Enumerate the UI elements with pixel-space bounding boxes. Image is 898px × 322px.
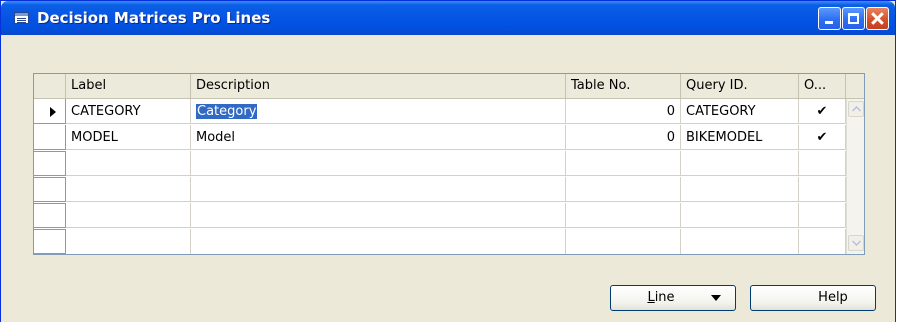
current-row-arrow-icon: [50, 107, 56, 117]
cell-o[interactable]: [799, 229, 846, 254]
title-bar[interactable]: Decision Matrices Pro Lines: [1, 1, 895, 35]
cell-o[interactable]: [799, 151, 846, 176]
row-selector[interactable]: [34, 177, 66, 202]
cell-label[interactable]: [66, 151, 191, 176]
scroll-up-button[interactable]: [848, 101, 864, 117]
column-header-label[interactable]: Label: [66, 74, 191, 98]
cell-label[interactable]: CATEGORY: [66, 99, 191, 124]
row-selector[interactable]: [34, 229, 66, 254]
window-title: Decision Matrices Pro Lines: [37, 9, 271, 27]
maximize-icon: [848, 13, 859, 24]
dropdown-arrow-icon: [711, 295, 721, 301]
cell-query-id[interactable]: [681, 229, 799, 254]
scroll-down-button[interactable]: [848, 235, 864, 251]
maximize-button[interactable]: [842, 7, 865, 30]
column-header-table-no[interactable]: Table No.: [566, 74, 681, 98]
row-selector[interactable]: [34, 125, 66, 150]
row-selector-header[interactable]: [34, 74, 66, 98]
close-icon: [867, 8, 888, 29]
cell-description[interactable]: [191, 229, 566, 254]
table-row-empty[interactable]: [34, 151, 846, 177]
table-row[interactable]: CATEGORY Category 0 CATEGORY ✔: [34, 99, 846, 125]
cell-o-checkmark[interactable]: ✔: [799, 125, 846, 150]
cell-description[interactable]: [191, 177, 566, 202]
cell-table-no[interactable]: 0: [566, 125, 681, 150]
cell-o[interactable]: [799, 177, 846, 202]
cell-o[interactable]: [799, 203, 846, 228]
cell-table-no[interactable]: [566, 229, 681, 254]
chevron-down-icon: [852, 240, 861, 246]
cell-query-id[interactable]: [681, 151, 799, 176]
help-button-label: Help: [818, 290, 848, 305]
cell-query-id[interactable]: BIKEMODEL: [681, 125, 799, 150]
cell-o-checkmark[interactable]: ✔: [799, 99, 846, 124]
grid-header: Label Description Table No. Query ID. O.…: [34, 74, 864, 99]
table-row-empty[interactable]: [34, 177, 846, 203]
cell-description[interactable]: [191, 151, 566, 176]
cell-description-text[interactable]: Category: [196, 104, 258, 119]
cell-table-no[interactable]: 0: [566, 99, 681, 124]
cell-description[interactable]: [191, 203, 566, 228]
table-row-empty[interactable]: [34, 229, 846, 254]
cell-label[interactable]: [66, 177, 191, 202]
cell-table-no[interactable]: [566, 177, 681, 202]
lines-grid[interactable]: Label Description Table No. Query ID. O.…: [33, 73, 865, 255]
cell-label[interactable]: MODEL: [66, 125, 191, 150]
close-button[interactable]: [866, 7, 889, 30]
cell-description[interactable]: Model: [191, 125, 566, 150]
row-selector[interactable]: [34, 99, 66, 124]
minimize-icon: [825, 21, 833, 24]
cell-label[interactable]: [66, 203, 191, 228]
cell-query-id[interactable]: CATEGORY: [681, 99, 799, 124]
chevron-up-icon: [852, 106, 861, 112]
vertical-scrollbar[interactable]: [846, 99, 864, 254]
column-header-description[interactable]: Description: [191, 74, 566, 98]
cell-table-no[interactable]: [566, 151, 681, 176]
column-header-query-id[interactable]: Query ID.: [681, 74, 799, 98]
cell-query-id[interactable]: [681, 177, 799, 202]
row-selector[interactable]: [34, 203, 66, 228]
cell-table-no[interactable]: [566, 203, 681, 228]
cell-label[interactable]: [66, 229, 191, 254]
decision-matrices-pro-lines-window: Decision Matrices Pro Lines Label Descri…: [0, 0, 896, 322]
line-button-label: Line: [647, 290, 675, 305]
help-button[interactable]: Help: [750, 285, 876, 311]
table-row-empty[interactable]: [34, 203, 846, 229]
cell-description[interactable]: Category: [191, 99, 566, 124]
minimize-button[interactable]: [818, 7, 841, 30]
cell-query-id[interactable]: [681, 203, 799, 228]
window-list-icon[interactable]: [14, 12, 29, 24]
column-header-o[interactable]: O...: [799, 74, 846, 98]
table-row[interactable]: MODEL Model 0 BIKEMODEL ✔: [34, 125, 846, 151]
line-menu-button[interactable]: Line: [610, 285, 736, 311]
row-selector[interactable]: [34, 151, 66, 176]
